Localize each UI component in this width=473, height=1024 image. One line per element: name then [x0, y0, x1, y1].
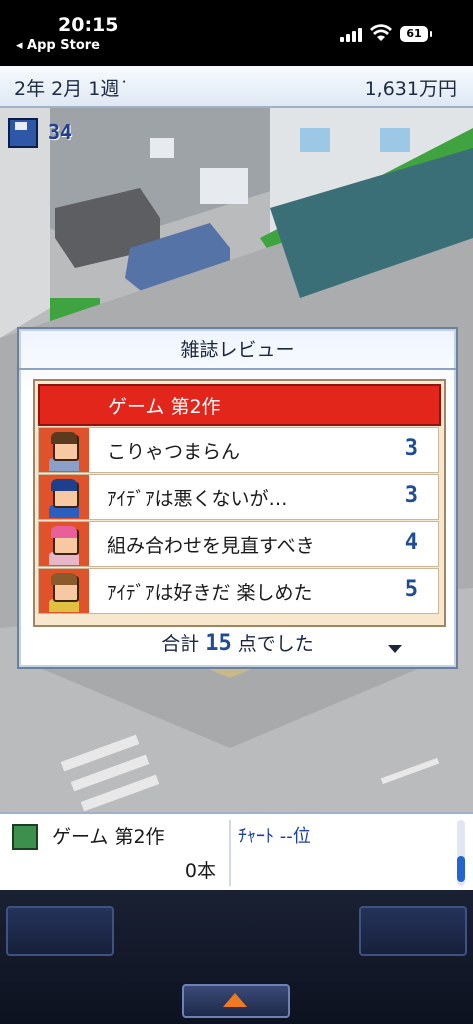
review-score: 3 — [404, 436, 418, 461]
game-info-bar: 2年 2月 1週˙ 1,631万円 — [0, 66, 473, 108]
reviewer-avatar — [39, 428, 89, 472]
review-comment: ｱｲﾃﾞｱは悪くないが… — [107, 488, 288, 510]
divider — [229, 820, 231, 886]
total-suffix: 点でした — [237, 633, 314, 655]
total-score: 15 — [205, 631, 232, 656]
continue-arrow-icon[interactable] — [388, 645, 402, 653]
up-arrow-icon — [223, 993, 247, 1007]
control-area — [0, 890, 473, 1024]
reviewer-avatar — [39, 475, 89, 519]
battery-icon: 61 — [400, 26, 432, 42]
review-comment: 組み合わせを見直すべき — [107, 535, 315, 557]
left-action-button[interactable] — [6, 906, 114, 956]
current-game-name: ゲーム 第2作 — [52, 826, 165, 848]
review-row: ｱｲﾃﾞｱは好きだ 楽しめた 5 — [38, 568, 439, 614]
review-score: 4 — [404, 530, 418, 555]
wifi-icon — [370, 24, 392, 41]
save-count: 34 — [48, 120, 73, 144]
game-status-panel: ゲーム 第2作 0本 ﾁｬｰﾄ --位 — [0, 812, 473, 892]
game-date: 2年 2月 1週˙ — [14, 78, 129, 100]
reviewer-avatar — [39, 522, 89, 566]
reviewer-avatar — [39, 569, 89, 613]
back-to-app-store-link[interactable]: ◂ App Store — [16, 38, 100, 53]
funds-display: 1,631万円 — [364, 78, 457, 100]
clock: 20:15 — [58, 14, 119, 36]
review-row: ｱｲﾃﾞｱは悪くないが… 3 — [38, 474, 439, 520]
review-panel: ゲーム 第2作 こりゃつまらん 3 ｱｲﾃﾞｱは悪くないが… 3 組み合わせを見… — [33, 379, 446, 627]
review-row: 組み合わせを見直すべき 4 — [38, 521, 439, 567]
dialog-title: 雑誌レビュー — [180, 339, 295, 361]
chart-rank: ﾁｬｰﾄ --位 — [238, 826, 311, 847]
review-comment: こりゃつまらん — [107, 441, 241, 463]
right-action-button[interactable] — [359, 906, 467, 956]
sales-count: 0本 — [184, 860, 216, 882]
game-cartridge-icon — [12, 824, 38, 850]
scroll-thumb[interactable] — [457, 856, 465, 882]
game-title-header: ゲーム 第2作 — [38, 384, 441, 426]
review-score: 5 — [404, 577, 418, 602]
game-title: ゲーム 第2作 — [108, 396, 221, 418]
menu-button[interactable] — [182, 984, 290, 1018]
magazine-review-dialog[interactable]: 雑誌レビュー ゲーム 第2作 こりゃつまらん 3 ｱｲﾃﾞｱは悪くないが… 3 — [17, 327, 458, 669]
status-bar: 20:15 ◂ App Store 61 — [0, 0, 473, 66]
review-score: 3 — [404, 483, 418, 508]
total-prefix: 合計 — [161, 633, 200, 655]
scrollbar[interactable] — [457, 820, 465, 886]
cellular-signal-icon — [340, 26, 364, 42]
review-row: こりゃつまらん 3 — [38, 427, 439, 473]
review-comment: ｱｲﾃﾞｱは好きだ 楽しめた — [107, 582, 313, 604]
save-disk-icon[interactable] — [8, 118, 38, 148]
divider — [19, 368, 456, 370]
